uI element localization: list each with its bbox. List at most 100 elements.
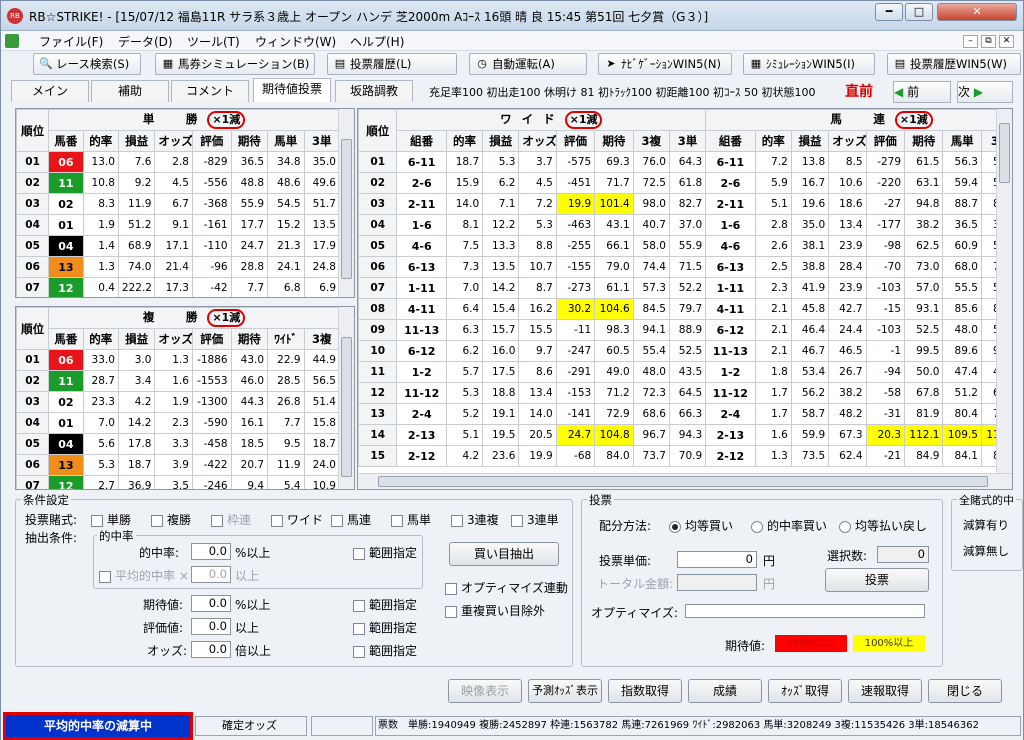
table-row[interactable]: 02 11 28.7 3.4 1.6 -1553 46.0 28.5 56.5 <box>16 370 341 392</box>
win-bet-scrollbar[interactable] <box>338 109 354 297</box>
scroll-thumb[interactable] <box>341 139 352 279</box>
table-row[interactable]: 01 6-11 18.7 5.3 3.7 -575 69.3 76.0 64.3 6-11 7.2 1… <box>358 151 1012 173</box>
dist-payout-radio[interactable]: 均等払い戻し <box>839 517 927 534</box>
tab-main[interactable]: メイン <box>11 80 89 102</box>
vote-button[interactable]: 投票 <box>825 568 929 592</box>
minimize-button[interactable]: ━ <box>875 3 903 21</box>
wide-horizontal-scrollbar[interactable] <box>358 473 1012 489</box>
video-button[interactable]: 映像表示 <box>448 679 522 703</box>
scroll-thumb[interactable] <box>999 123 1010 183</box>
all-bets-without-reduction[interactable]: 減算無し <box>963 543 1009 559</box>
table-row[interactable]: 06 6-13 7.3 13.5 10.7 -155 79.0 74.4 71.5 6-13 2.5… <box>358 256 1012 278</box>
table-row[interactable]: 03 2-11 14.0 7.1 7.2 19.9 101.4 98.0 82.7 2-11 5.1… <box>358 193 1012 215</box>
optimize-link-checkbox[interactable]: オプティマイズ連動 <box>445 579 568 596</box>
menu-window[interactable]: ウィンドウ(W) <box>255 33 336 50</box>
scroll-thumb[interactable] <box>378 476 988 487</box>
table-row[interactable]: 05 04 1.4 68.9 17.1 -110 24.7 21.3 17.9 <box>16 235 341 257</box>
tab-slope-training[interactable]: 坂路調教 <box>335 80 413 102</box>
odds-input[interactable]: 0.0 <box>191 641 231 658</box>
table-row[interactable]: 12 11-12 5.3 18.8 13.4 -153 71.2 72.3 64.5 11-12 1… <box>358 382 1012 404</box>
maximize-button[interactable]: □ <box>905 3 933 21</box>
results-button[interactable]: 成績 <box>688 679 762 703</box>
table-row[interactable]: 02 2-6 15.9 6.2 4.5 -451 71.7 72.5 61.8 2-6 5.9 16.… <box>358 172 1012 194</box>
extract-button[interactable]: 買い目抽出 <box>449 542 559 566</box>
vote-history-button[interactable]: ▤ 投票履歴(L) <box>327 53 457 75</box>
eval-input[interactable]: 0.0 <box>191 618 231 635</box>
index-fetch-button[interactable]: 指数取得 <box>608 679 682 703</box>
bet-type-trio-checkbox[interactable]: 3連複 <box>451 511 499 528</box>
expect-range-checkbox[interactable]: 範囲指定 <box>353 596 417 613</box>
bet-type-bracket-checkbox[interactable]: 枠連 <box>211 511 251 528</box>
close-button[interactable]: ✕ <box>937 3 1017 21</box>
table-row[interactable]: 15 2-12 4.2 23.6 19.9 -68 84.0 73.7 70.9 2-12 1.3 7… <box>358 445 1012 467</box>
bet-type-trifecta-checkbox[interactable]: 3連単 <box>511 511 559 528</box>
avg-hit-rate-checkbox[interactable]: 平均的中率 × <box>99 567 189 584</box>
prev-button[interactable]: ◀ 前 <box>893 81 951 103</box>
bet-simulation-button[interactable]: ▦ 馬券シミュレーション(B) <box>155 53 315 75</box>
avg-hit-rate-input[interactable]: 0.0 <box>191 566 231 583</box>
table-row[interactable]: 06 13 1.3 74.0 21.4 -96 28.8 24.1 24.8 <box>16 256 341 278</box>
race-search-button[interactable]: 🔍 レース検索(S) <box>33 53 141 75</box>
table-row[interactable]: 01 06 13.0 7.6 2.8 -829 36.5 34.8 35.0 <box>16 151 341 173</box>
table-row[interactable]: 05 4-6 7.5 13.3 8.8 -255 66.1 58.0 55.9 4-6 2.6 38.… <box>358 235 1012 257</box>
table-row[interactable]: 11 1-2 5.7 17.5 8.6 -291 49.0 48.0 43.5 1-2 1.8 53.… <box>358 361 1012 383</box>
next-button[interactable]: 次 ▶ <box>957 81 1013 103</box>
unit-price-input[interactable]: 0 <box>677 551 757 568</box>
menu-file[interactable]: ファイル(F) <box>39 33 103 50</box>
tab-comment[interactable]: コメント <box>171 80 249 102</box>
bet-type-win-checkbox[interactable]: 単勝 <box>91 511 131 528</box>
predicted-odds-button[interactable]: 予測ｵｯｽﾞ表示 <box>528 679 602 703</box>
table-row[interactable]: 04 1-6 8.1 12.2 5.3 -463 43.1 40.7 37.0 1-6 2.8 35.… <box>358 214 1012 236</box>
mdi-minimize-button[interactable]: – <box>963 35 978 48</box>
bet-type-wide-checkbox[interactable]: ワイド <box>271 511 323 528</box>
wide-scrollbar[interactable] <box>996 109 1012 475</box>
table-row[interactable]: 07 1-11 7.0 14.2 8.7 -273 61.1 57.3 52.2 1-11 2.3 4… <box>358 277 1012 299</box>
dist-hitrate-radio[interactable]: 的中率買い <box>751 517 827 534</box>
table-row[interactable]: 04 01 1.9 51.2 9.1 -161 17.7 15.2 13.5 <box>16 214 341 236</box>
table-row[interactable]: 10 6-12 6.2 16.0 9.7 -247 60.5 55.4 52.5 11-13 2.1… <box>358 340 1012 362</box>
table-row[interactable]: 05 04 5.6 17.8 3.3 -458 18.5 9.5 18.7 <box>16 433 341 455</box>
table-row[interactable]: 14 2-13 5.1 19.5 20.5 24.7 104.8 96.7 94.3 2-13 1.… <box>358 424 1012 446</box>
menu-help[interactable]: ヘルプ(H) <box>350 33 404 50</box>
optimize-slider[interactable] <box>685 604 925 618</box>
table-row[interactable]: 09 11-13 6.3 15.7 15.5 -11 98.3 94.1 88.9 6-12 2.1… <box>358 319 1012 341</box>
cell: 5.3 <box>445 382 484 404</box>
bet-type-quinella-checkbox[interactable]: 馬連 <box>331 511 371 528</box>
table-row[interactable]: 03 02 23.3 4.2 1.9 -1300 44.3 26.8 51.4 <box>16 391 341 413</box>
hit-rate-range-checkbox[interactable]: 範囲指定 <box>353 544 417 561</box>
place-bet-scrollbar[interactable] <box>338 307 354 489</box>
tab-aux[interactable]: 補助 <box>91 80 169 102</box>
hit-rate-input[interactable]: 0.0 <box>191 543 231 560</box>
all-bets-with-reduction[interactable]: 減算有り <box>963 517 1009 533</box>
bet-type-place-checkbox[interactable]: 複勝 <box>151 511 191 528</box>
menu-tools[interactable]: ツール(T) <box>187 33 240 50</box>
mdi-restore-button[interactable]: ⧉ <box>981 35 996 48</box>
table-row[interactable]: 01 06 33.0 3.0 1.3 -1886 43.0 22.9 44.9 <box>16 349 341 371</box>
mdi-close-button[interactable]: ✕ <box>999 35 1014 48</box>
dist-equal-radio[interactable]: 均等買い <box>669 517 733 534</box>
table-row[interactable]: 04 01 7.0 14.2 2.3 -590 16.1 7.7 15.8 <box>16 412 341 434</box>
navigation-win5-button[interactable]: ➤ ﾅﾋﾞｹﾞｰｼｮﾝWIN5(N) <box>598 53 732 75</box>
table-row[interactable]: 02 11 10.8 9.2 4.5 -556 48.8 48.6 49.6 <box>16 172 341 194</box>
simulation-win5-button[interactable]: ▦ ｼﾐｭﾚｰｼｮﾝWIN5(I) <box>743 53 875 75</box>
table-row[interactable]: 08 4-11 6.4 15.4 16.2 30.2 104.6 84.5 79.7 4-11 2.… <box>358 298 1012 320</box>
expect-input[interactable]: 0.0 <box>191 595 231 612</box>
eval-range-checkbox[interactable]: 範囲指定 <box>353 619 417 636</box>
vote-history-win5-button[interactable]: ▤ 投票履歴WIN5(W) <box>887 53 1021 75</box>
table-row[interactable]: 07 12 0.4 222.2 17.3 -42 7.7 6.8 6.9 <box>16 277 341 297</box>
scroll-thumb[interactable] <box>341 337 352 477</box>
close-window-button[interactable]: 閉じる <box>928 679 1002 703</box>
table-row[interactable]: 03 02 8.3 11.9 6.7 -368 55.9 54.5 51.7 <box>16 193 341 215</box>
flash-fetch-button[interactable]: 速報取得 <box>848 679 922 703</box>
table-row[interactable]: 07 12 2.7 36.9 3.5 -246 9.4 5.4 10.9 <box>16 475 341 489</box>
bet-type-exacta-checkbox[interactable]: 馬単 <box>391 511 431 528</box>
odds-range-checkbox[interactable]: 範囲指定 <box>353 642 417 659</box>
odds-fetch-button[interactable]: ｵｯｽﾞ取得 <box>768 679 842 703</box>
dup-exclude-checkbox[interactable]: 重複買い目除外 <box>445 602 545 619</box>
tab-expected-value-vote[interactable]: 期待値投票 <box>253 78 331 102</box>
menu-data[interactable]: データ(D) <box>118 33 173 50</box>
table-row[interactable]: 13 2-4 5.2 19.1 14.0 -141 72.9 68.6 66.3 2-4 1.7 58… <box>358 403 1012 425</box>
cell: 54.5 <box>267 193 305 215</box>
table-row[interactable]: 06 13 5.3 18.7 3.9 -422 20.7 11.9 24.0 <box>16 454 341 476</box>
auto-run-button[interactable]: ◷ 自動運転(A) <box>469 53 587 75</box>
